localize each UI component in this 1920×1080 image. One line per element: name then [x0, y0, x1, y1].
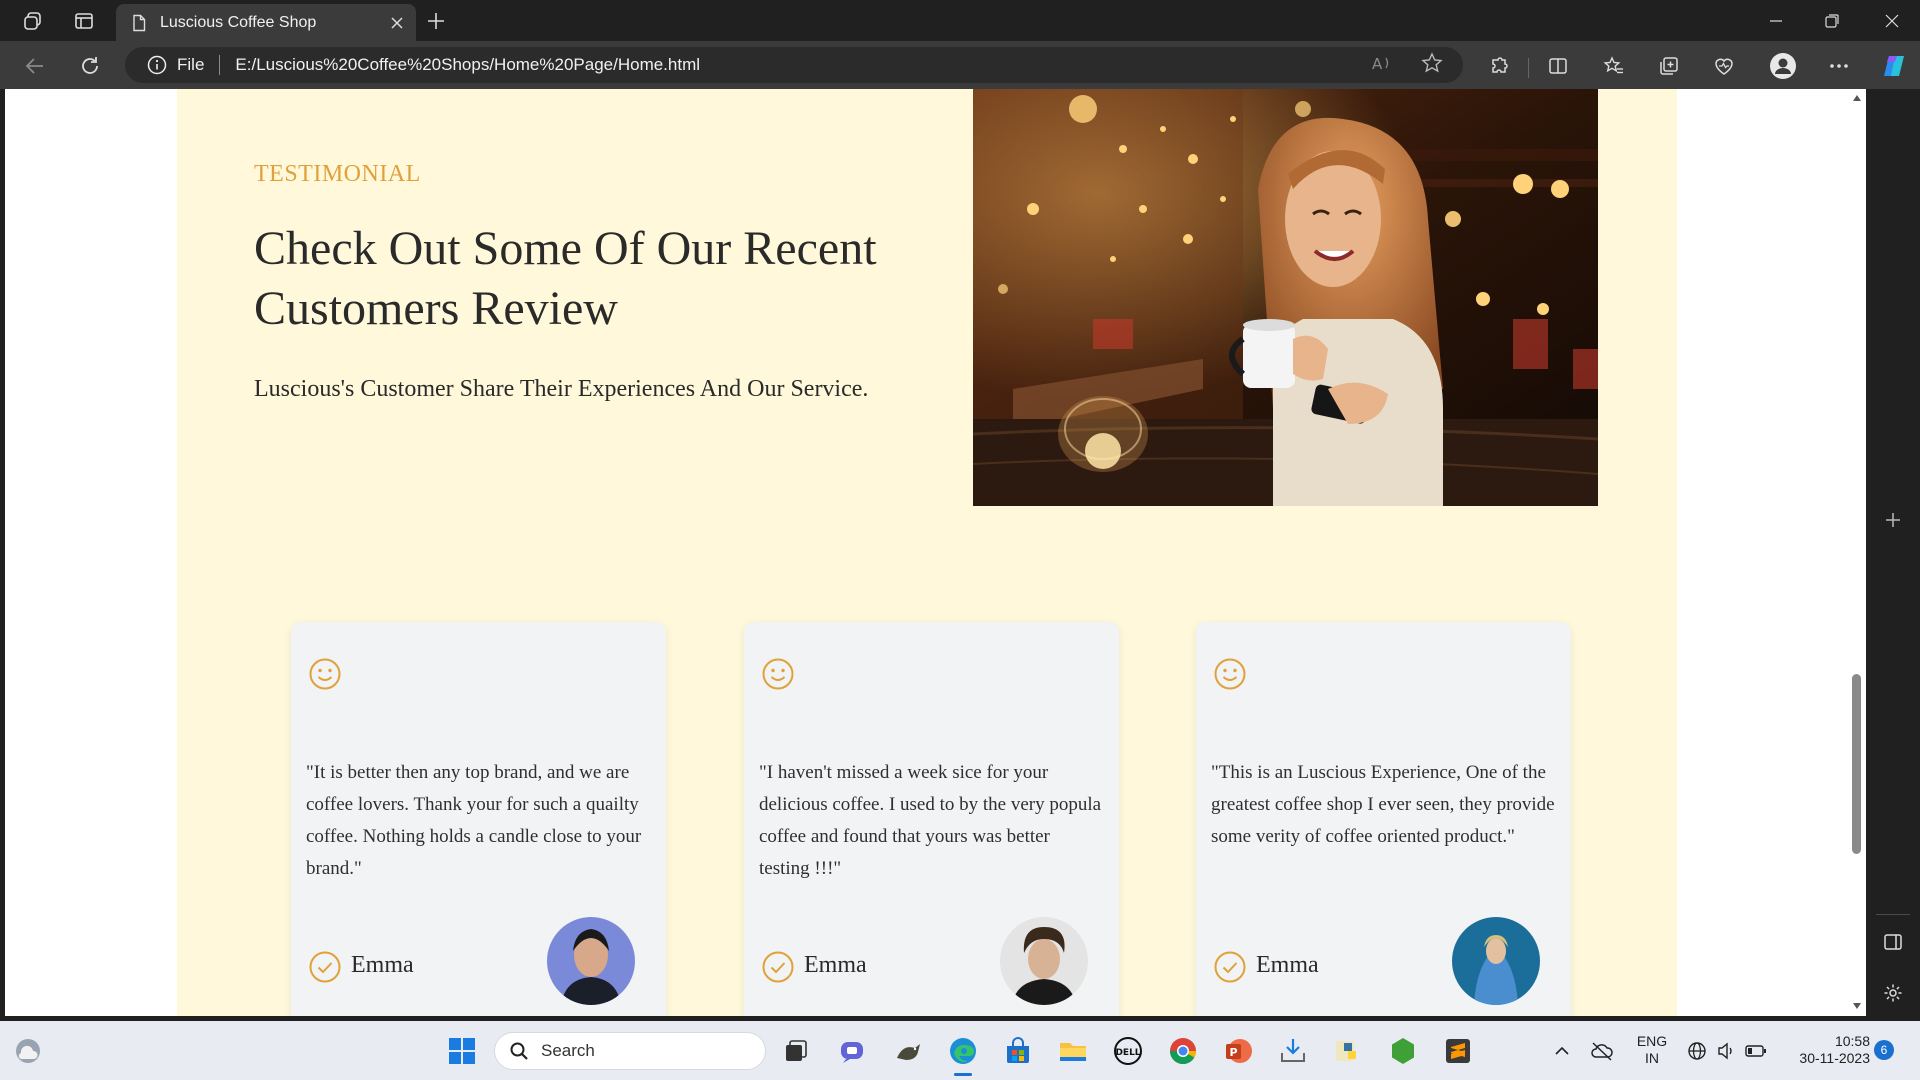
scroll-up-arrow-icon[interactable]: [1851, 92, 1863, 104]
minimize-button[interactable]: [1748, 0, 1804, 41]
page-icon: [130, 14, 148, 32]
scrollbar-thumb[interactable]: [1852, 674, 1861, 854]
search-label: Search: [541, 1041, 595, 1060]
notification-badge[interactable]: 6: [1874, 1040, 1894, 1060]
settings-gear-icon[interactable]: [1878, 978, 1908, 1008]
tab-luscious-coffee-shop[interactable]: Luscious Coffee Shop: [116, 4, 416, 41]
page-scrollbar[interactable]: [1848, 89, 1866, 1016]
reviewer-avatar: [547, 917, 635, 1005]
close-tab-icon[interactable]: [388, 14, 406, 32]
browser-essentials-icon[interactable]: [1708, 50, 1740, 82]
split-screen-icon[interactable]: [1542, 50, 1574, 82]
address-bar[interactable]: File E:/Luscious%20Coffee%20Shops/Home%2…: [125, 47, 1463, 83]
reviewer-name: Emma: [351, 952, 414, 978]
microsoft-store-icon[interactable]: [1000, 1033, 1036, 1069]
favorite-star-icon[interactable]: [1416, 47, 1448, 79]
clock-time: 10:58: [1834, 1033, 1870, 1049]
windows-taskbar: Search DELL P ENG IN 10:58 30-11-2023 6: [0, 1021, 1920, 1080]
testimonial-quote: "This is an Luscious Experience, One of …: [1211, 762, 1555, 847]
testimonial-card: "This is an Luscious Experience, One of …: [1196, 622, 1571, 1016]
hero-image-woman-with-coffee: [973, 89, 1598, 506]
lang-code: ENG: [1636, 1033, 1668, 1049]
nodejs-icon[interactable]: [1385, 1033, 1421, 1069]
file-explorer-icon[interactable]: [1055, 1033, 1091, 1069]
url-text[interactable]: E:/Luscious%20Coffee%20Shops/Home%20Page…: [235, 55, 700, 75]
collections-icon[interactable]: [1653, 50, 1685, 82]
clock[interactable]: 10:58 30-11-2023: [1780, 1033, 1870, 1067]
extensions-icon[interactable]: [1483, 50, 1515, 82]
scroll-down-arrow-icon[interactable]: [1851, 1000, 1863, 1012]
clock-date: 30-11-2023: [1799, 1050, 1870, 1066]
browser-tab-bar: Luscious Coffee Shop: [0, 0, 1920, 41]
testimonial-card: "It is better then any top brand, and we…: [291, 622, 666, 1016]
task-view-icon[interactable]: [778, 1033, 814, 1069]
section-subtext: Luscious's Customer Share Their Experien…: [254, 376, 869, 402]
restore-button[interactable]: [1804, 0, 1860, 41]
sublime-text-icon[interactable]: [1440, 1033, 1476, 1069]
input-language[interactable]: ENG IN: [1632, 1033, 1672, 1067]
section-heading: Check Out Some Of Our Recent Customers R…: [254, 222, 877, 335]
profile-avatar-icon[interactable]: [1767, 50, 1799, 82]
teams-chat-icon[interactable]: [834, 1033, 870, 1069]
refresh-button[interactable]: [74, 50, 106, 82]
svg-text:P: P: [1229, 1046, 1237, 1059]
powerpoint-icon[interactable]: P: [1220, 1033, 1256, 1069]
workspaces-icon[interactable]: [19, 7, 47, 35]
downloads-icon[interactable]: [1275, 1033, 1311, 1069]
svg-text:DELL: DELL: [1115, 1048, 1140, 1058]
close-window-button[interactable]: [1864, 0, 1920, 41]
reviewer-name: Emma: [1256, 952, 1319, 978]
hide-sidebar-icon[interactable]: [1878, 927, 1908, 957]
reviewer-avatar: [1452, 917, 1540, 1005]
read-aloud-icon[interactable]: A: [1366, 47, 1398, 79]
new-tab-button[interactable]: [421, 6, 451, 36]
reviewer-name: Emma: [804, 952, 867, 978]
onedrive-cloud-off-icon[interactable]: [1584, 1033, 1620, 1069]
active-app-indicator: [954, 1073, 972, 1076]
dell-icon[interactable]: DELL: [1110, 1033, 1146, 1069]
widgets-weather-icon[interactable]: [10, 1033, 46, 1069]
back-button[interactable]: [19, 50, 51, 82]
chrome-icon[interactable]: [1165, 1033, 1201, 1069]
tab-actions-icon[interactable]: [70, 7, 98, 35]
sidebar-divider: [1876, 914, 1910, 915]
show-hidden-icons-chevron-icon[interactable]: [1544, 1033, 1580, 1069]
browser-toolbar: File E:/Luscious%20Coffee%20Shops/Home%2…: [0, 41, 1920, 89]
copilot-icon[interactable]: [1878, 50, 1910, 82]
app-icon-animal[interactable]: [890, 1033, 926, 1069]
python-icon[interactable]: [1330, 1033, 1366, 1069]
smile-icon: [308, 657, 342, 691]
section-eyebrow: TESTIMONIAL: [254, 161, 421, 187]
check-circle-icon: [761, 950, 795, 984]
taskbar-search[interactable]: Search: [494, 1032, 766, 1070]
favorites-icon[interactable]: [1598, 50, 1630, 82]
info-icon[interactable]: [147, 55, 167, 75]
check-circle-icon: [308, 950, 342, 984]
smile-icon: [761, 657, 795, 691]
page-viewport: TESTIMONIAL Check Out Some Of Our Recent…: [5, 89, 1866, 1016]
testimonial-card: "I haven't missed a week sice for your d…: [744, 622, 1119, 1016]
scheme-label: File: [177, 55, 205, 74]
testimonial-quote: "I haven't missed a week sice for your d…: [759, 762, 1102, 879]
edge-browser-icon[interactable]: [945, 1033, 981, 1069]
search-icon: [510, 1042, 528, 1060]
reviewer-avatar: [1000, 917, 1088, 1005]
toolbar-divider: [1528, 58, 1529, 78]
start-windows-icon[interactable]: [444, 1033, 480, 1069]
smile-icon: [1213, 657, 1247, 691]
testimonial-quote: "It is better then any top brand, and we…: [306, 762, 642, 879]
battery-icon[interactable]: [1738, 1033, 1774, 1069]
check-circle-icon: [1213, 950, 1247, 984]
browser-sidebar: [1866, 89, 1920, 1016]
svg-text:A: A: [1372, 55, 1383, 73]
region-code: IN: [1645, 1050, 1659, 1066]
more-options-icon[interactable]: [1823, 50, 1855, 82]
add-sidebar-app-icon[interactable]: [1878, 505, 1908, 535]
testimonial-section: TESTIMONIAL Check Out Some Of Our Recent…: [177, 89, 1677, 1016]
divider: [219, 55, 221, 75]
tab-title: Luscious Coffee Shop: [160, 13, 317, 31]
